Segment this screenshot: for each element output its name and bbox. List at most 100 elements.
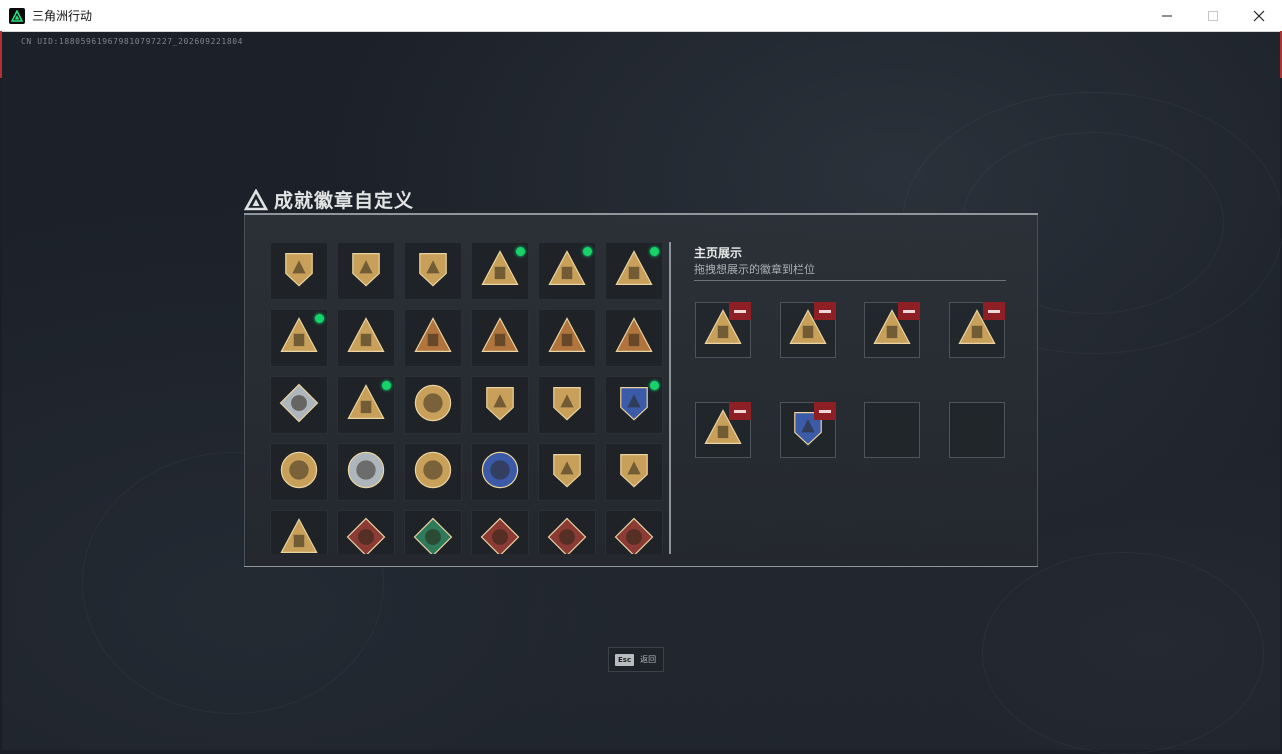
badge-cell[interactable] — [337, 510, 395, 554]
compass-star-badge-icon — [411, 448, 455, 496]
badge-cell[interactable] — [337, 376, 395, 434]
back-button[interactable]: Esc 返回 — [608, 647, 664, 672]
star-medal-badge-icon — [411, 381, 455, 429]
gas-mask-badge-icon — [478, 247, 522, 295]
new-indicator-dot — [516, 247, 525, 256]
showcase-slot-filled[interactable] — [695, 402, 751, 458]
minimize-icon — [1162, 15, 1172, 16]
badge-cell[interactable] — [404, 510, 462, 554]
badge-cell[interactable] — [404, 309, 462, 367]
badge-cell[interactable] — [471, 376, 529, 434]
panel-bottom-border — [244, 566, 1038, 567]
wolf-silver-badge-icon — [344, 448, 388, 496]
badge-cell[interactable] — [270, 510, 328, 554]
badge-cell[interactable] — [471, 309, 529, 367]
crossed-rifles-badge-icon — [277, 515, 321, 554]
new-indicator-dot — [650, 381, 659, 390]
rifle-circle-badge-icon — [478, 448, 522, 496]
minus-icon — [988, 309, 1001, 313]
badge-cell[interactable] — [337, 242, 395, 300]
badge-cell[interactable] — [270, 443, 328, 501]
badge-cell[interactable] — [538, 242, 596, 300]
dragon-red-badge-icon — [344, 515, 388, 554]
badge-cell[interactable] — [605, 376, 663, 434]
lantern-badge-icon — [545, 314, 589, 362]
minus-icon — [818, 309, 831, 313]
window-title: 三角洲行动 — [32, 9, 93, 23]
badge-cell[interactable] — [605, 443, 663, 501]
close-button[interactable] — [1236, 0, 1282, 31]
new-indicator-dot — [382, 381, 391, 390]
turret-badge-icon — [612, 247, 656, 295]
sb-badge-icon — [545, 247, 589, 295]
remove-badge-button[interactable] — [983, 302, 1006, 320]
badge-cell[interactable] — [404, 376, 462, 434]
badge-cell[interactable] — [605, 309, 663, 367]
badge-grid-scrollbar[interactable] — [669, 242, 671, 554]
panel-top-border — [244, 213, 1038, 215]
badge-cell[interactable] — [270, 376, 328, 434]
jet-shield-badge-icon — [411, 247, 455, 295]
showcase-subtitle: 拖拽想展示的徽章到栏位 — [694, 263, 815, 276]
dragon-head-badge-icon — [545, 515, 589, 554]
page-title: 成就徽章自定义 — [274, 190, 415, 212]
badge-cell[interactable] — [270, 309, 328, 367]
badge-cell[interactable] — [270, 242, 328, 300]
triangle-mountain-badge-icon — [277, 247, 321, 295]
new-indicator-dot — [650, 247, 659, 256]
soldier-badge-icon — [612, 314, 656, 362]
showcase-slot-filled[interactable] — [779, 302, 836, 358]
badge-cell[interactable] — [337, 443, 395, 501]
badge-cell[interactable] — [538, 510, 596, 554]
showcase-slot-filled[interactable] — [949, 302, 1006, 358]
badge-cell[interactable] — [404, 443, 462, 501]
maximize-icon — [1208, 10, 1218, 21]
triangle-logo-icon — [244, 188, 268, 210]
badge-cell[interactable] — [538, 309, 596, 367]
showcase-slot-empty[interactable] — [949, 402, 1006, 458]
showcase-slot-filled[interactable] — [864, 302, 921, 358]
remove-badge-button[interactable] — [813, 302, 836, 320]
minus-icon — [903, 309, 916, 313]
window-titlebar: 三角洲行动 — [0, 0, 1282, 32]
showcase-slot-filled[interactable] — [779, 402, 836, 458]
badge-cell[interactable] — [605, 242, 663, 300]
remove-badge-button[interactable] — [813, 402, 836, 420]
badge-cell[interactable] — [471, 443, 529, 501]
minimize-button[interactable] — [1144, 0, 1190, 31]
skull-target-badge-icon — [277, 448, 321, 496]
remove-badge-button[interactable] — [729, 302, 751, 320]
hex-soldier-badge-icon — [411, 515, 455, 554]
minus-icon — [734, 409, 746, 413]
badge-cell[interactable] — [471, 242, 529, 300]
new-indicator-dot — [583, 247, 592, 256]
badge-grid — [270, 242, 666, 554]
shield-arrow-badge-icon — [478, 381, 522, 429]
showcase-slot-empty[interactable] — [864, 402, 921, 458]
armor-badge-icon — [344, 381, 388, 429]
player-uid-text: CN UID:18805961967981079​7227_2026092218… — [21, 37, 244, 46]
badge-cell[interactable] — [538, 376, 596, 434]
showcase-slot-filled[interactable] — [695, 302, 751, 358]
runner-badge-icon — [612, 515, 656, 554]
minus-icon — [818, 409, 831, 413]
badge-cell[interactable] — [404, 242, 462, 300]
map-contour — [982, 552, 1264, 754]
maximize-button[interactable] — [1190, 0, 1236, 31]
remove-badge-button[interactable] — [898, 302, 921, 320]
helicopter-badge-icon — [344, 247, 388, 295]
badge-cell[interactable] — [605, 510, 663, 554]
showcase-divider — [694, 280, 1006, 281]
new-indicator-dot — [315, 314, 324, 323]
badge-cell[interactable] — [538, 443, 596, 501]
crystal-badge-icon — [277, 381, 321, 429]
badge-cell[interactable] — [337, 309, 395, 367]
remove-badge-button[interactable] — [729, 402, 751, 420]
dragon-fire-badge-icon — [478, 515, 522, 554]
eagle-crest-badge-icon — [277, 314, 321, 362]
panel-heading: 成就徽章自定义 — [244, 186, 414, 213]
rifle-shield-badge-icon — [545, 448, 589, 496]
badge-cell[interactable] — [471, 510, 529, 554]
close-icon — [1253, 10, 1265, 21]
back-label: 返回 — [640, 655, 657, 664]
